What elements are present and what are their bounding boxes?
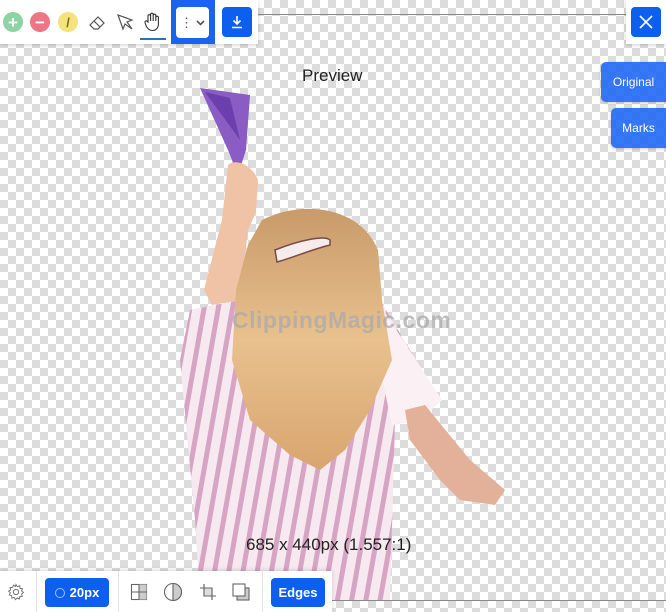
keep-brush-tool[interactable]: +	[2, 11, 24, 33]
eraser-tool[interactable]	[86, 11, 108, 33]
top-toolbar: + − / ⋮	[0, 0, 258, 44]
edges-button[interactable]: Edges	[271, 578, 325, 607]
crop-button[interactable]	[198, 582, 218, 602]
scalpel-icon	[117, 14, 134, 31]
minus-circle-icon: −	[30, 12, 50, 32]
crop-icon	[200, 584, 216, 600]
grid-icon	[130, 583, 148, 601]
toolbar-separator	[36, 571, 37, 612]
original-button[interactable]: Original	[601, 62, 666, 102]
toolbar-separator	[262, 571, 263, 612]
right-arm	[405, 405, 505, 505]
hair-brush-tool[interactable]: /	[57, 11, 79, 33]
brush-size-label: 20px	[69, 585, 100, 600]
close-wrapper	[626, 0, 666, 44]
bottom-toolbar: 20px Edges	[0, 571, 332, 612]
watermark: ClippingMagic.com	[232, 307, 452, 333]
pan-tool[interactable]	[142, 11, 164, 33]
close-icon	[639, 15, 653, 29]
image-dimensions: 685 x 440px (1.557:1)	[246, 535, 412, 554]
grid-view-button[interactable]	[129, 582, 149, 602]
marks-button[interactable]: Marks	[611, 108, 666, 148]
download-button[interactable]	[222, 7, 252, 37]
gear-icon	[7, 583, 25, 601]
close-button[interactable]	[631, 7, 661, 37]
eraser-icon	[89, 16, 105, 30]
hand-icon	[144, 12, 159, 32]
shadow-button[interactable]	[231, 582, 251, 602]
toolbar-separator	[118, 571, 119, 612]
more-menu-button[interactable]: ⋮	[176, 7, 209, 38]
contrast-button[interactable]	[163, 582, 183, 602]
brush-size-button[interactable]: 20px	[45, 578, 109, 607]
remove-brush-tool[interactable]: −	[29, 11, 51, 33]
preview-image[interactable]	[0, 0, 666, 612]
active-tool-indicator	[140, 38, 166, 40]
preview-label: Preview	[302, 66, 363, 85]
scalpel-tool[interactable]	[114, 11, 136, 33]
contrast-icon	[163, 582, 183, 602]
more-menu-wrapper: ⋮	[171, 0, 215, 44]
chevron-down-icon	[196, 19, 205, 26]
plus-circle-icon: +	[3, 12, 23, 32]
more-dots-icon: ⋮	[180, 14, 193, 30]
download-icon	[232, 16, 242, 29]
settings-button[interactable]	[6, 582, 26, 602]
slash-circle-icon: /	[58, 12, 78, 32]
brush-circle-icon	[54, 587, 65, 598]
shadow-icon	[232, 583, 250, 601]
